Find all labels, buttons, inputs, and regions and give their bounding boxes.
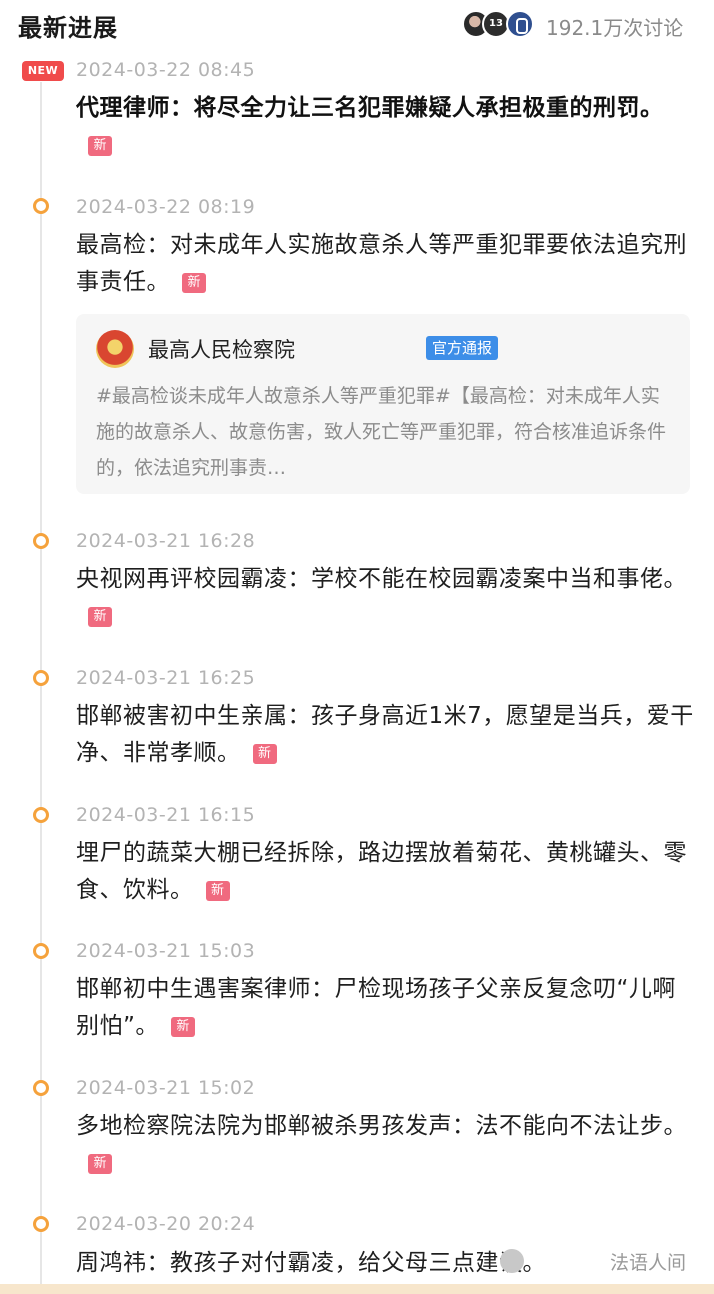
user-avatar-icon <box>506 10 534 38</box>
entry-headline[interactable]: 最高检：对未成年人实施故意杀人等严重犯罪要依法追究刑事责任。新 <box>76 227 696 301</box>
new-tag: 新 <box>88 607 112 627</box>
new-tag: 新 <box>182 273 206 293</box>
entry-headline[interactable]: 邯郸被害初中生亲属：孩子身高近1米7，愿望是当兵，爱干净、非常孝顺。新 <box>76 698 696 772</box>
watermark-text: 法语人间 <box>610 1252 687 1274</box>
entry-headline[interactable]: 邯郸初中生遇害案律师：尸检现场孩子父亲反复念叨“儿啊别怕”。新 <box>76 971 696 1045</box>
card-account-name[interactable]: 最高人民检察院 <box>148 334 295 364</box>
official-post-card[interactable]: 最高人民检察院 官方通报 #最高检谈未成年人故意杀人等严重犯罪#【最高检：对未成… <box>76 314 690 494</box>
timeline-dot-icon <box>33 807 49 823</box>
entry-headline-text: 央视网再评校园霸凌：学校不能在校园霸凌案中当和事佬。 <box>76 566 687 592</box>
entry-time: 2024-03-20 20:24 <box>76 1213 256 1235</box>
official-tag: 官方通报 <box>426 336 499 360</box>
entry-headline-text: 邯郸被害初中生亲属：孩子身高近1米7，愿望是当兵，爱干净、非常孝顺。 <box>76 703 694 766</box>
watermark: 法语人间 <box>500 1247 700 1277</box>
timeline-line <box>40 82 42 1294</box>
page-header: 最新进展 13 192.1万次讨论 <box>0 0 714 52</box>
entry-headline-text: 周鸿祎：教孩子对付霸凌，给父母三点建议。 <box>76 1250 546 1276</box>
entry-headline[interactable]: 代理律师：将尽全力让三名犯罪嫌疑人承担极重的刑罚。新 <box>76 90 696 164</box>
timeline-dot-icon <box>33 1216 49 1232</box>
entry-headline[interactable]: 多地检察院法院为邯郸被杀男孩发声：法不能向不法让步。新 <box>76 1108 696 1182</box>
new-tag: 新 <box>170 1017 195 1037</box>
entry-headline-text: 邯郸初中生遇害案律师：尸检现场孩子父亲反复念叨“儿啊别怕”。 <box>76 976 676 1039</box>
timeline-dot-icon <box>33 943 49 959</box>
new-tag: 新 <box>88 1154 112 1174</box>
entry-headline-text: 代理律师：将尽全力让三名犯罪嫌疑人承担极重的刑罚。 <box>76 95 664 121</box>
timeline-dot-icon <box>33 533 49 549</box>
new-badge: NEW <box>22 61 64 81</box>
timeline-dot-icon <box>33 1080 49 1096</box>
entry-time: 2024-03-21 16:15 <box>76 804 256 826</box>
timeline-dot-icon <box>33 670 49 686</box>
entry-time: 2024-03-22 08:19 <box>76 196 256 218</box>
entry-time: 2024-03-21 16:28 <box>76 530 256 552</box>
new-tag: 新 <box>252 744 277 764</box>
new-tag: 新 <box>205 881 230 901</box>
entry-time: 2024-03-22 08:45 <box>76 59 256 81</box>
card-text: #最高检谈未成年人故意杀人等严重犯罪#【最高检：对未成年人实施的故意杀人、故意伤… <box>96 385 667 479</box>
entry-headline[interactable]: 埋尸的蔬菜大棚已经拆除，路边摆放着菊花、黄桃罐头、零食、饮料。新 <box>76 835 696 909</box>
timeline-dot-icon <box>33 198 49 214</box>
entry-headline-text: 埋尸的蔬菜大棚已经拆除，路边摆放着菊花、黄桃罐头、零食、饮料。 <box>76 840 687 903</box>
discussion-count[interactable]: 192.1万次讨论 <box>546 12 683 41</box>
entry-time: 2024-03-21 16:25 <box>76 667 256 689</box>
new-tag: 新 <box>88 136 112 156</box>
entry-headline-text: 多地检察院法院为邯郸被杀男孩发声：法不能向不法让步。 <box>76 1113 687 1139</box>
entry-time: 2024-03-21 15:02 <box>76 1077 256 1099</box>
entry-headline[interactable]: 央视网再评校园霸凌：学校不能在校园霸凌案中当和事佬。新 <box>76 561 696 635</box>
wechat-channel-icon <box>500 1249 524 1273</box>
procuratorate-emblem-icon <box>96 330 134 368</box>
page-title: 最新进展 <box>18 14 118 42</box>
participant-avatars[interactable]: 13 <box>462 10 542 40</box>
entry-time: 2024-03-21 15:03 <box>76 940 256 962</box>
bottom-bar-edge <box>0 1284 714 1294</box>
entry-headline-text: 最高检：对未成年人实施故意杀人等严重犯罪要依法追究刑事责任。 <box>76 232 687 295</box>
